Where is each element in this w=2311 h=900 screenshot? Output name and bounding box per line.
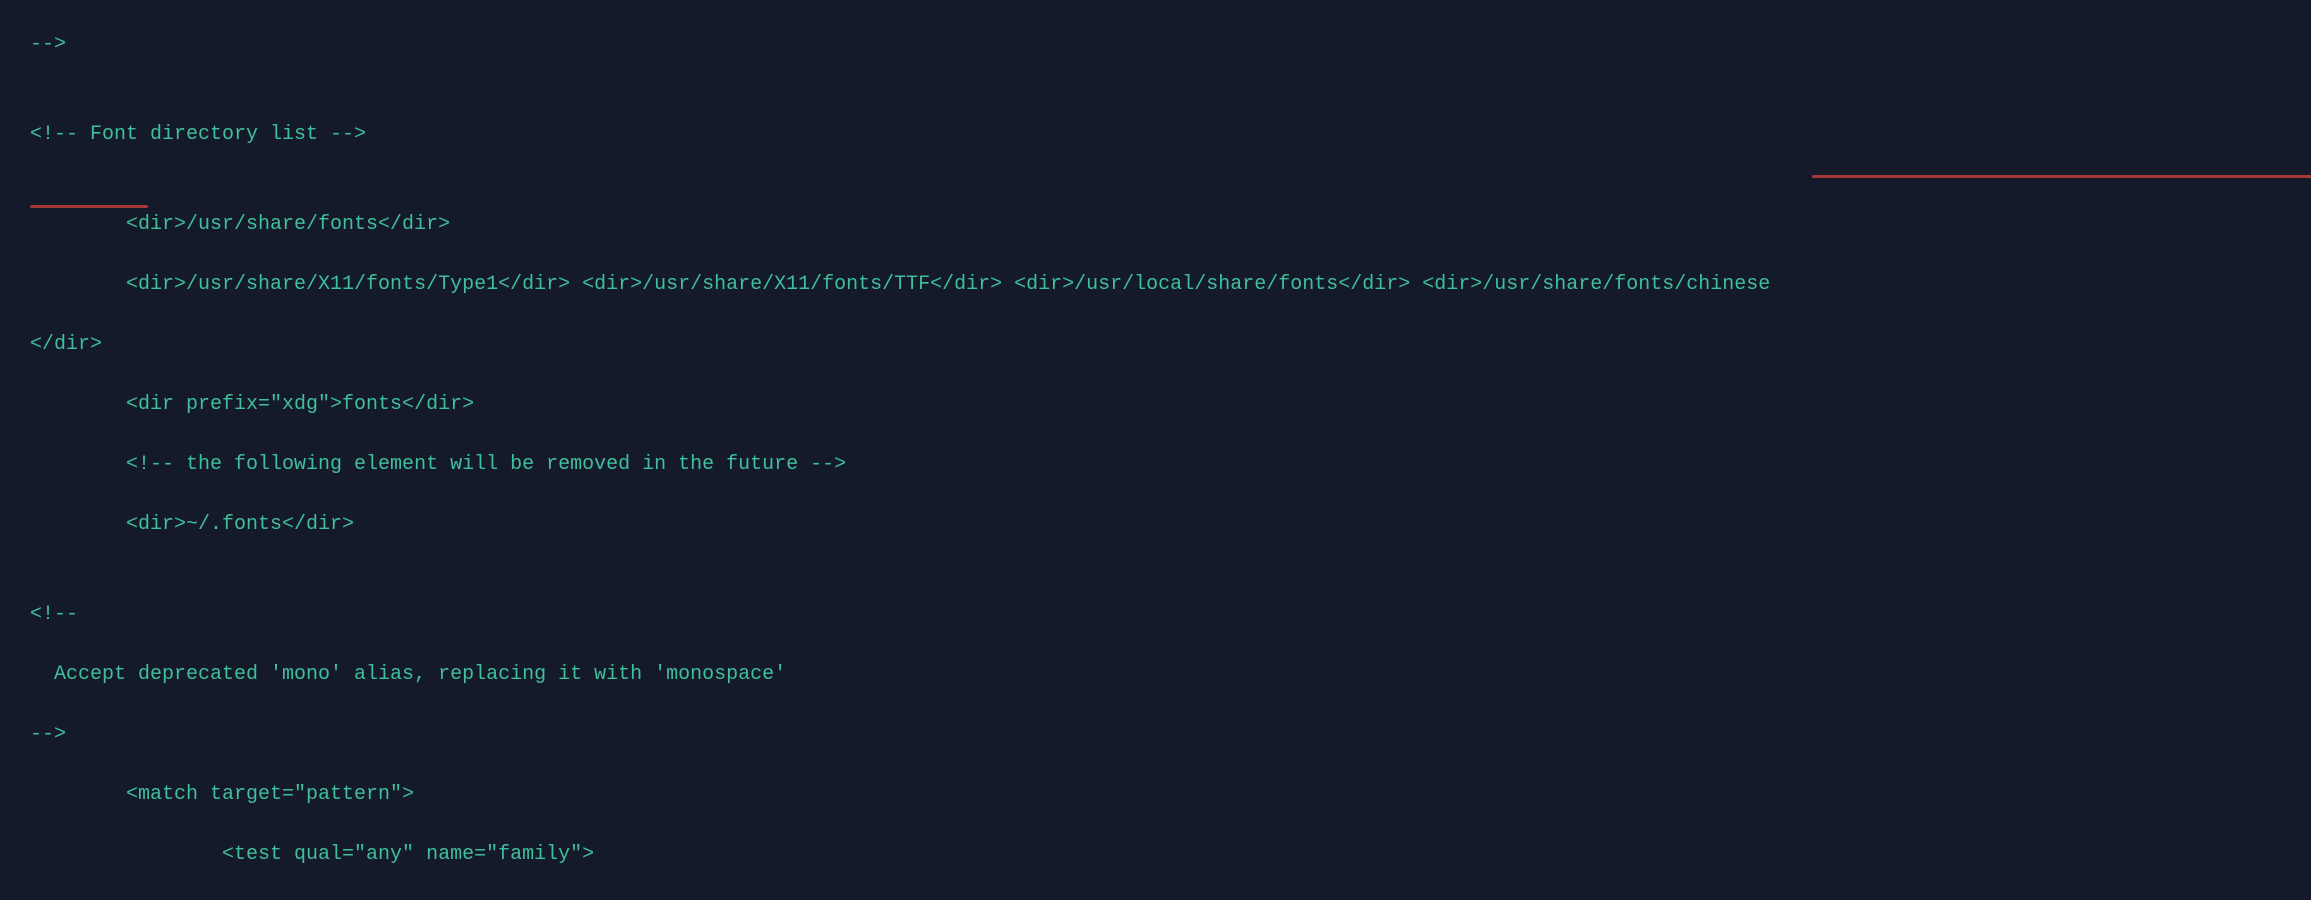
highlight-underline [1812, 175, 2311, 178]
code-line: <!-- Font directory list --> [30, 120, 2281, 150]
code-line: <match target="pattern"> [30, 780, 2281, 810]
code-line: <!-- [30, 600, 2281, 630]
code-line: <dir prefix="xdg">fonts</dir> [30, 390, 2281, 420]
code-line: <dir>/usr/share/fonts</dir> [30, 210, 2281, 240]
code-line: <test qual="any" name="family"> [30, 840, 2281, 870]
code-line: --> [30, 30, 2281, 60]
highlight-underline [30, 205, 148, 208]
code-line: </dir> [30, 330, 2281, 360]
code-line: <!-- the following element will be remov… [30, 450, 2281, 480]
code-editor[interactable]: --> <!-- Font directory list --> <dir>/u… [0, 0, 2311, 900]
code-line: <dir>~/.fonts</dir> [30, 510, 2281, 540]
code-line: <dir>/usr/share/X11/fonts/Type1</dir> <d… [30, 270, 2281, 300]
code-line: Accept deprecated 'mono' alias, replacin… [30, 660, 2281, 690]
code-line: --> [30, 720, 2281, 750]
